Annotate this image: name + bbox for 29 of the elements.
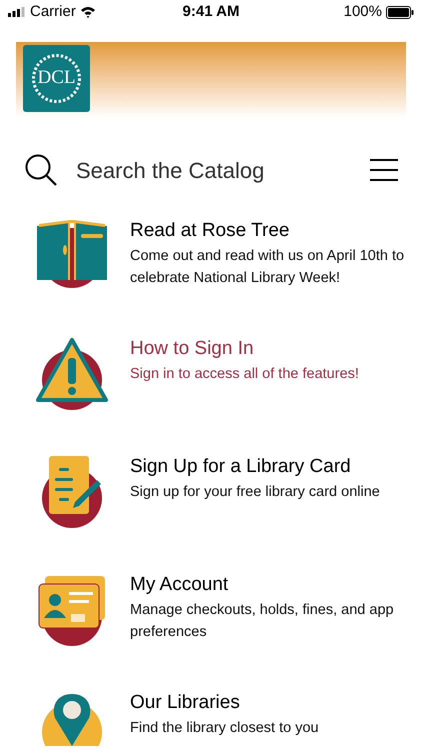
warning-icon xyxy=(35,336,109,410)
carrier-name: Carrier xyxy=(30,2,76,22)
battery-percentage: 100% xyxy=(344,2,382,22)
item-title: How to Sign In xyxy=(130,337,255,361)
dotted-ring-icon xyxy=(31,53,82,104)
item-title: Our Libraries xyxy=(130,691,241,715)
item-description: Sign up for your free library card online xyxy=(130,483,380,502)
item-description: Manage checkouts, holds, fines, and app preferences xyxy=(130,601,395,642)
battery-icon xyxy=(386,6,414,18)
wifi-icon xyxy=(80,6,96,18)
search-icon[interactable] xyxy=(24,153,58,187)
menu-icon[interactable] xyxy=(370,158,398,182)
item-description: Find the library closest to you xyxy=(130,719,319,738)
item-title: Read at Rose Tree xyxy=(130,219,290,243)
logo-text: DCL xyxy=(38,66,76,90)
item-description: Come out and read with us on April 10th to celebrate National Library Week! xyxy=(130,247,406,288)
menu-list-item[interactable]: Read at Rose Tree Come out and read with us on April 10th to celebrate National Library Week! xyxy=(0,218,422,336)
item-title: My Account xyxy=(130,573,230,597)
menu-list-item[interactable]: Our Libraries Find the library closest to you xyxy=(0,690,422,750)
item-title: Sign Up for a Library Card xyxy=(130,455,352,479)
signal-icon xyxy=(8,7,26,17)
book-icon xyxy=(35,218,109,288)
clock-time: 9:41 AM xyxy=(182,2,240,22)
item-description: Sign in to access all of the features! xyxy=(130,365,359,384)
menu-list-item[interactable]: My Account Manage checkouts, holds, fines, and app preferences xyxy=(0,572,422,690)
library-logo[interactable]: DCL xyxy=(23,45,90,112)
menu-list-item[interactable]: Sign Up for a Library Card Sign up for your free library card online xyxy=(0,454,422,572)
search-field[interactable]: Search the Catalog xyxy=(76,154,370,186)
menu-list-item[interactable]: How to Sign In Sign in to access all of the features! xyxy=(0,336,422,454)
